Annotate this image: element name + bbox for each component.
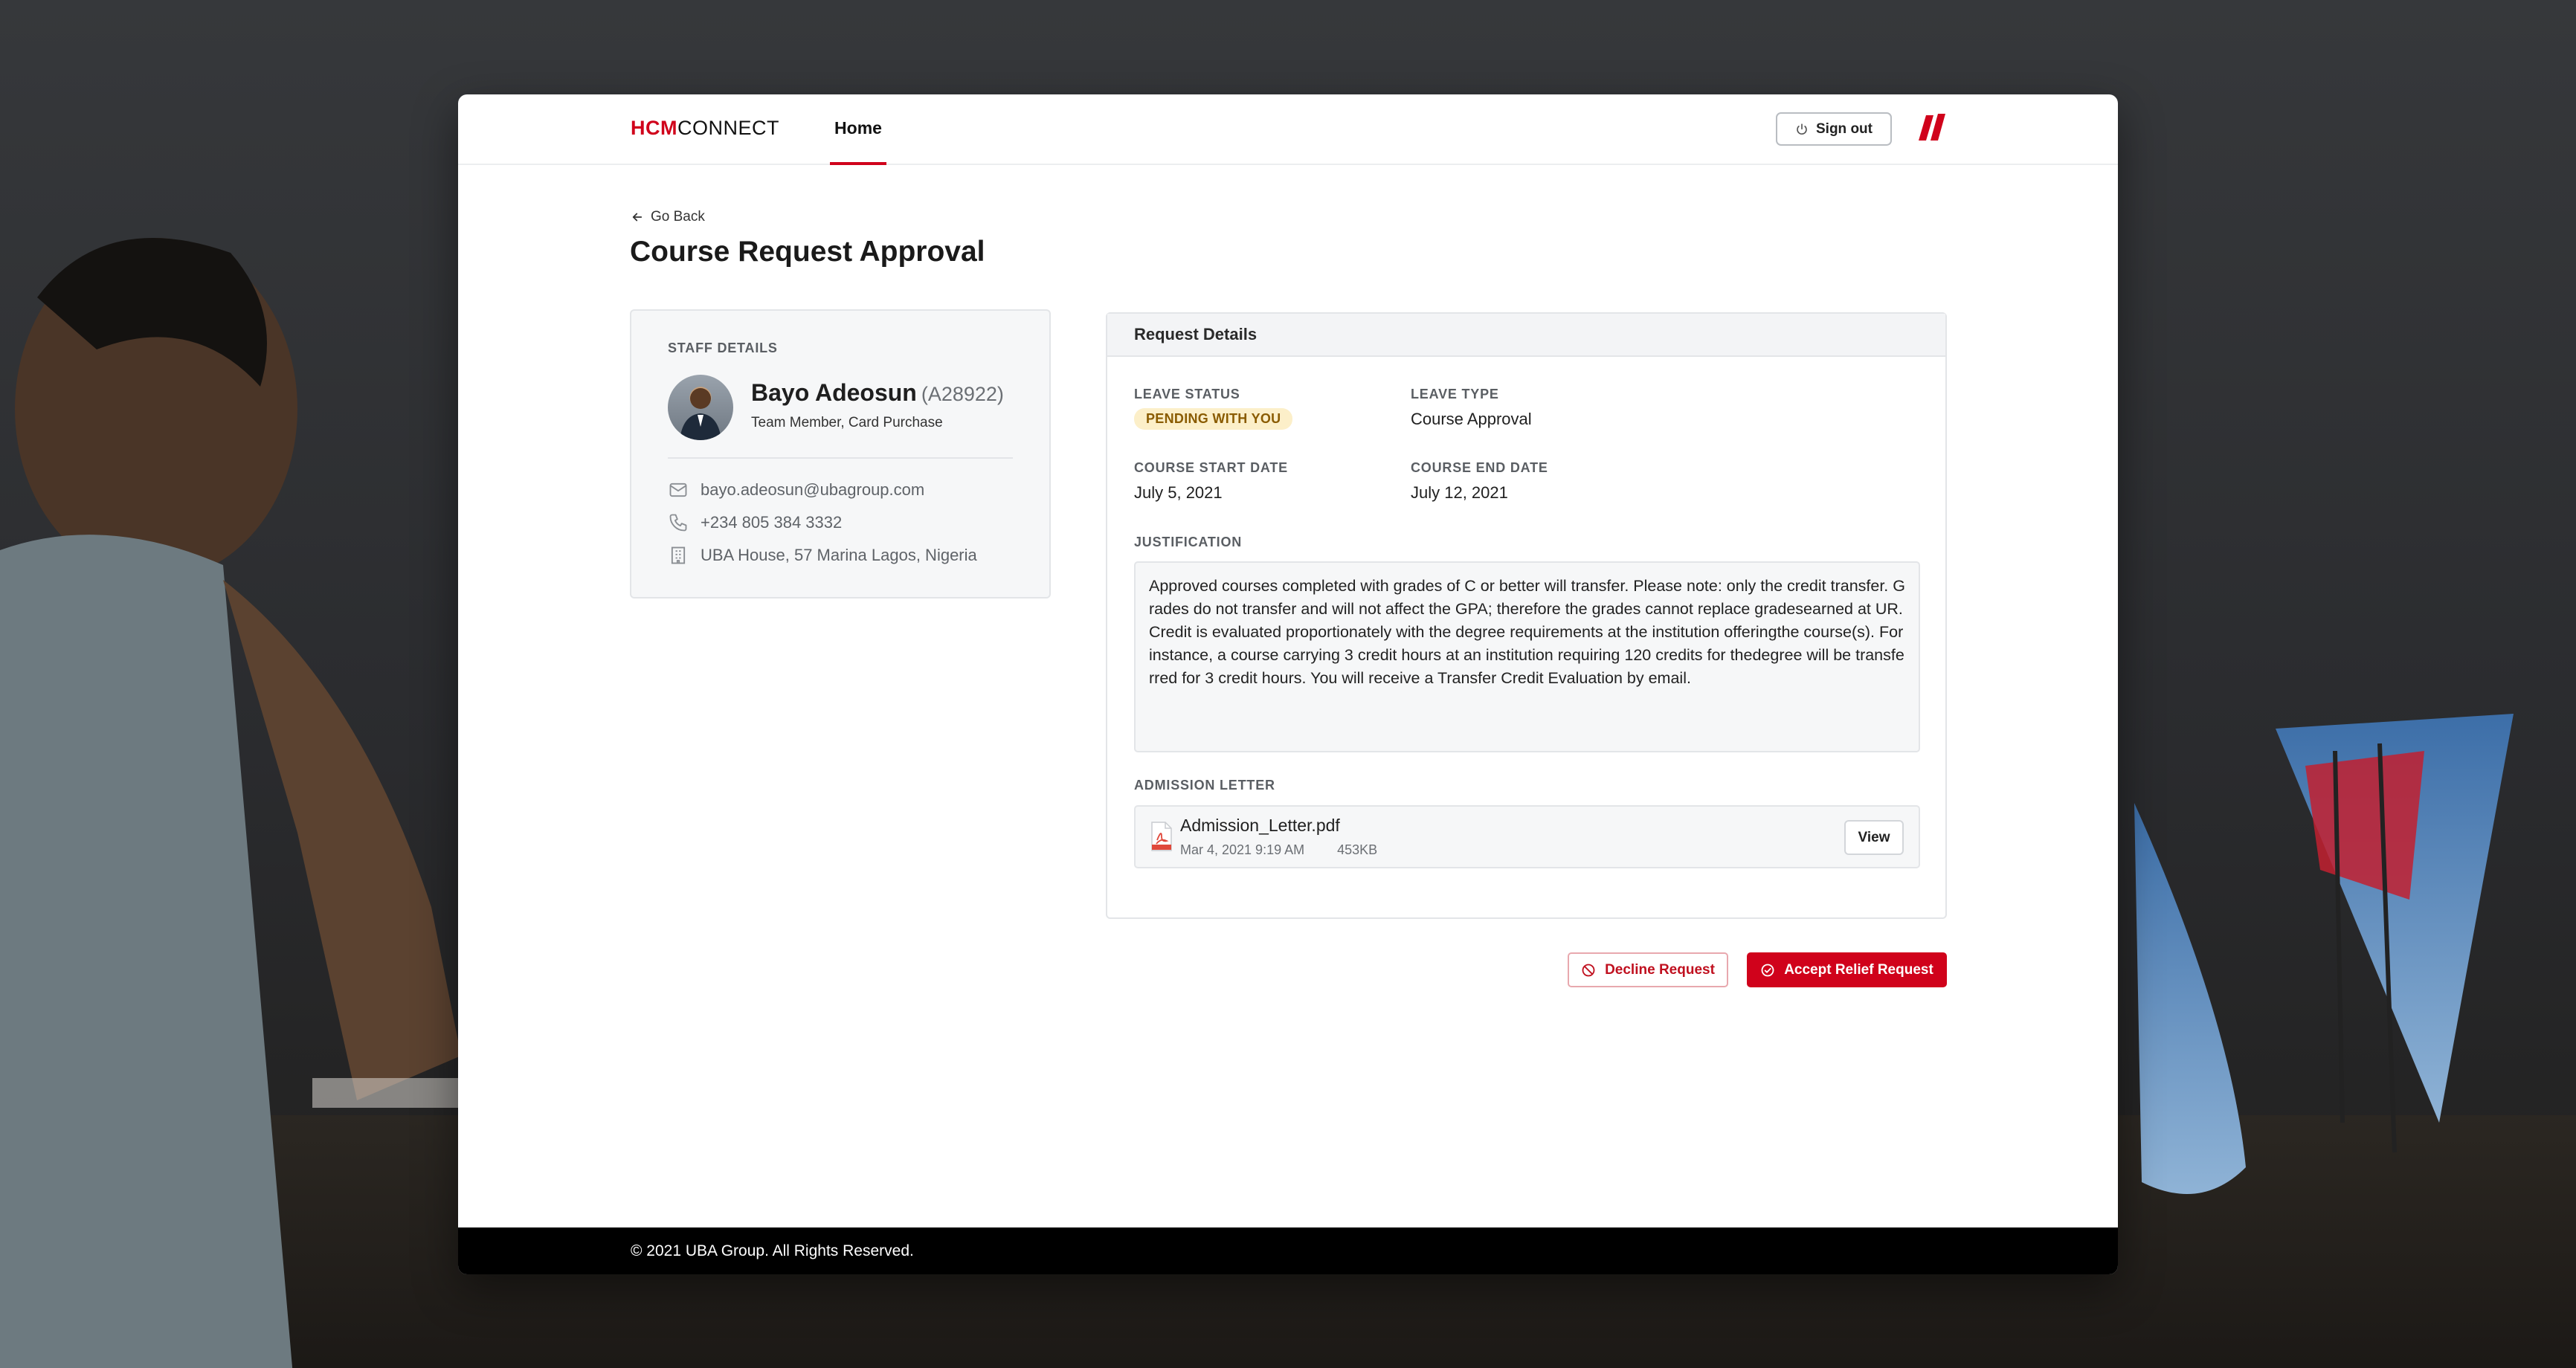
phone-icon	[669, 514, 687, 532]
file-date: Mar 4, 2021 9:19 AM	[1180, 842, 1305, 857]
course-end-label: COURSE END DATE	[1411, 460, 1548, 475]
status-badge: PENDING WITH YOU	[1134, 408, 1293, 430]
course-start-label: COURSE START DATE	[1134, 460, 1288, 475]
view-file-button[interactable]: View	[1844, 820, 1904, 855]
course-end-value: July 12, 2021	[1411, 483, 1508, 502]
leave-type-field: LEAVE TYPE Course Approval	[1411, 387, 1532, 429]
building-icon	[671, 546, 686, 564]
admission-letter-label: ADMISSION LETTER	[1134, 778, 1275, 793]
top-navigation-bar: HCMCONNECT Home Sign out	[458, 94, 2118, 165]
nav-tab-home[interactable]: Home	[830, 94, 886, 165]
phone-text: +234 805 384 3332	[701, 513, 843, 532]
block-icon	[1582, 964, 1595, 976]
attachment-row: Admission_Letter.pdf Mar 4, 2021 9:19 AM…	[1134, 805, 1920, 868]
go-back-link[interactable]: Go Back	[631, 209, 705, 225]
contact-address: UBA House, 57 Marina Lagos, Nigeria	[668, 545, 977, 566]
contact-email[interactable]: bayo.adeosun@ubagroup.com	[668, 480, 924, 500]
app-logo[interactable]: HCMCONNECT	[631, 117, 779, 140]
accept-request-button[interactable]: Accept Relief Request	[1747, 952, 1947, 987]
file-name[interactable]: Admission_Letter.pdf	[1180, 816, 1340, 836]
app-window: HCMCONNECT Home Sign out Go Back Course …	[458, 94, 2118, 1274]
staff-details-label: STAFF DETAILS	[668, 341, 778, 355]
avatar	[668, 375, 733, 440]
decline-label: Decline Request	[1605, 961, 1715, 978]
request-details-header: Request Details	[1107, 314, 1945, 357]
avatar-portrait	[680, 388, 721, 440]
divider	[668, 457, 1013, 459]
copyright-text: © 2021 UBA Group. All Rights Reserved.	[631, 1242, 914, 1259]
check-circle-icon	[1761, 964, 1774, 976]
staff-name: Bayo Adeosun	[751, 379, 917, 406]
leave-status-field: LEAVE STATUS PENDING WITH YOU	[1134, 387, 1293, 430]
arrow-left-icon	[632, 213, 643, 222]
email-text: bayo.adeosun@ubagroup.com	[701, 480, 925, 499]
background-person-image	[0, 238, 476, 1368]
course-end-field: COURSE END DATE July 12, 2021	[1411, 460, 1548, 503]
leave-type-label: LEAVE TYPE	[1411, 387, 1499, 401]
leave-status-label: LEAVE STATUS	[1134, 387, 1240, 401]
address-text: UBA House, 57 Marina Lagos, Nigeria	[701, 546, 977, 564]
accept-label: Accept Relief Request	[1784, 961, 1933, 978]
pdf-file-icon	[1151, 822, 1172, 851]
logo-connect: CONNECT	[677, 117, 779, 139]
mail-icon	[669, 483, 687, 497]
staff-name-line: Bayo Adeosun (A28922)	[751, 379, 1004, 407]
justification-text: Approved courses completed with grades o…	[1134, 561, 1920, 752]
footer: © 2021 UBA Group. All Rights Reserved.	[458, 1227, 2118, 1274]
leave-type-value: Course Approval	[1411, 410, 1532, 428]
request-details-panel: Request Details LEAVE STATUS PENDING WIT…	[1106, 312, 1947, 919]
sign-out-label: Sign out	[1816, 120, 1873, 137]
page-title: Course Request Approval	[630, 236, 985, 268]
course-start-field: COURSE START DATE July 5, 2021	[1134, 460, 1288, 503]
file-size: 453KB	[1337, 842, 1378, 857]
sign-out-button[interactable]: Sign out	[1776, 112, 1892, 146]
file-meta: Mar 4, 2021 9:19 AM 453KB	[1180, 842, 1377, 858]
staff-details-card: STAFF DETAILS Bayo Adeosun (A28922) Team …	[630, 309, 1051, 598]
uba-brand-mark-icon	[1919, 114, 1945, 141]
course-start-value: July 5, 2021	[1134, 483, 1223, 502]
go-back-label: Go Back	[651, 209, 705, 225]
staff-id: (A28922)	[921, 383, 1004, 405]
logo-hcm: HCM	[631, 117, 677, 139]
background-brand-shape	[2134, 714, 2514, 1194]
contact-phone[interactable]: +234 805 384 3332	[668, 512, 842, 533]
staff-role: Team Member, Card Purchase	[751, 415, 943, 430]
decline-request-button[interactable]: Decline Request	[1568, 952, 1728, 987]
justification-label: JUSTIFICATION	[1134, 535, 1243, 549]
power-icon	[1797, 123, 1807, 135]
